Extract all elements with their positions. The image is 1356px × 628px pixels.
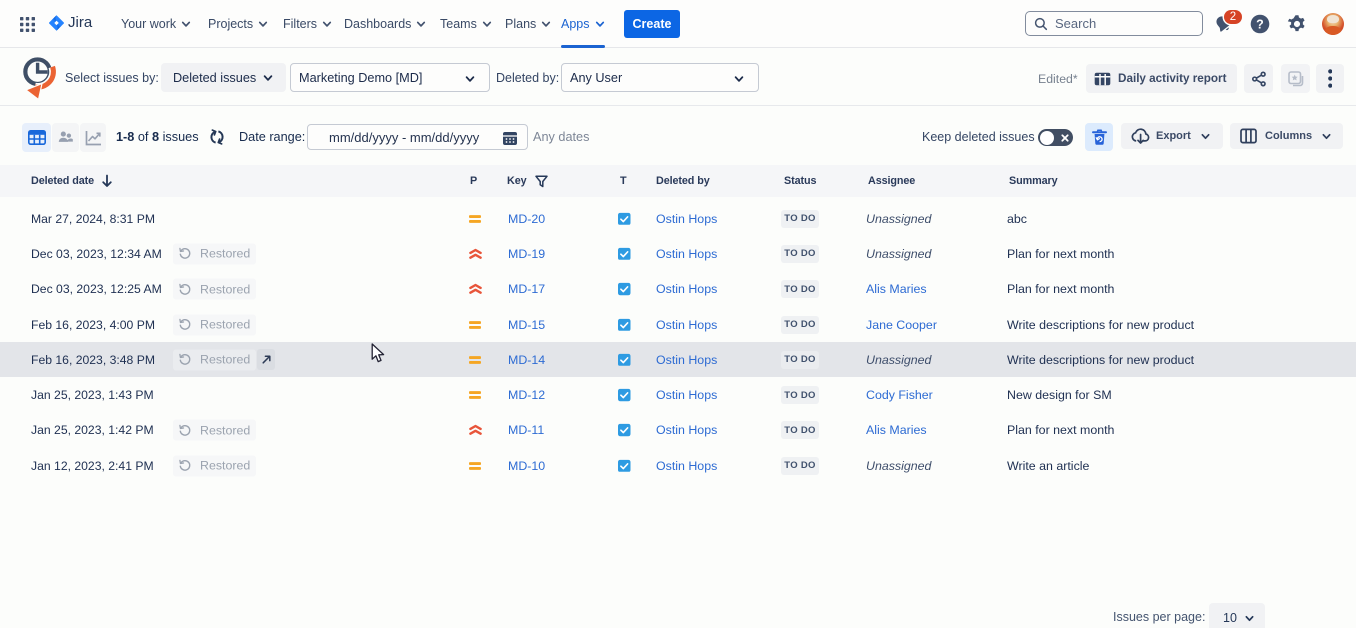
svg-text:?: ? <box>1256 18 1264 32</box>
